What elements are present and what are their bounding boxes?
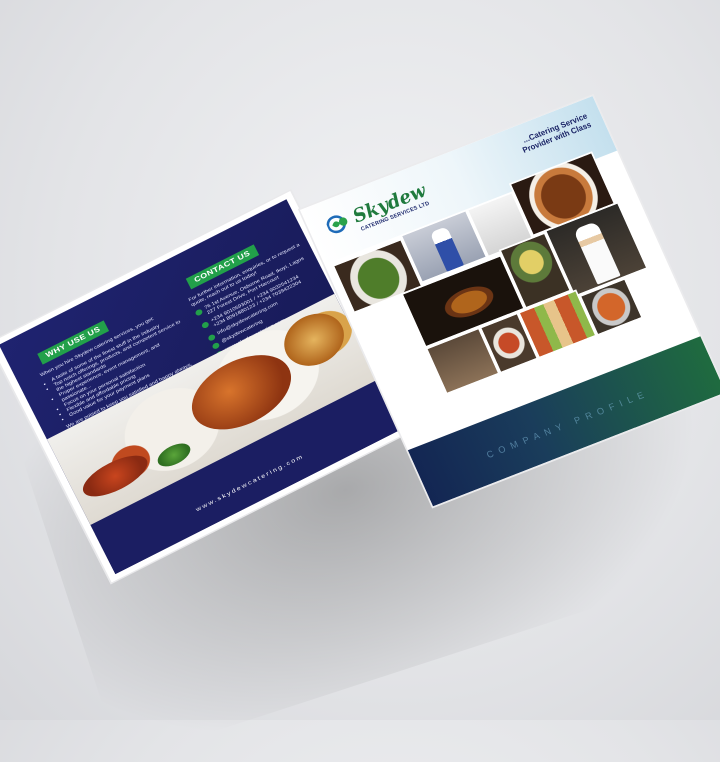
food-photo-garnish	[154, 438, 194, 472]
email-icon	[207, 333, 217, 342]
brochure-mockup-scene: WHY USE US When you hire Skydew catering…	[0, 0, 720, 762]
head-chef-figure	[573, 221, 621, 285]
food-photo-kebab	[77, 447, 154, 505]
location-icon	[194, 308, 204, 317]
phone-icon	[200, 320, 210, 330]
social-icon	[211, 341, 221, 350]
chef-figure	[429, 226, 465, 272]
